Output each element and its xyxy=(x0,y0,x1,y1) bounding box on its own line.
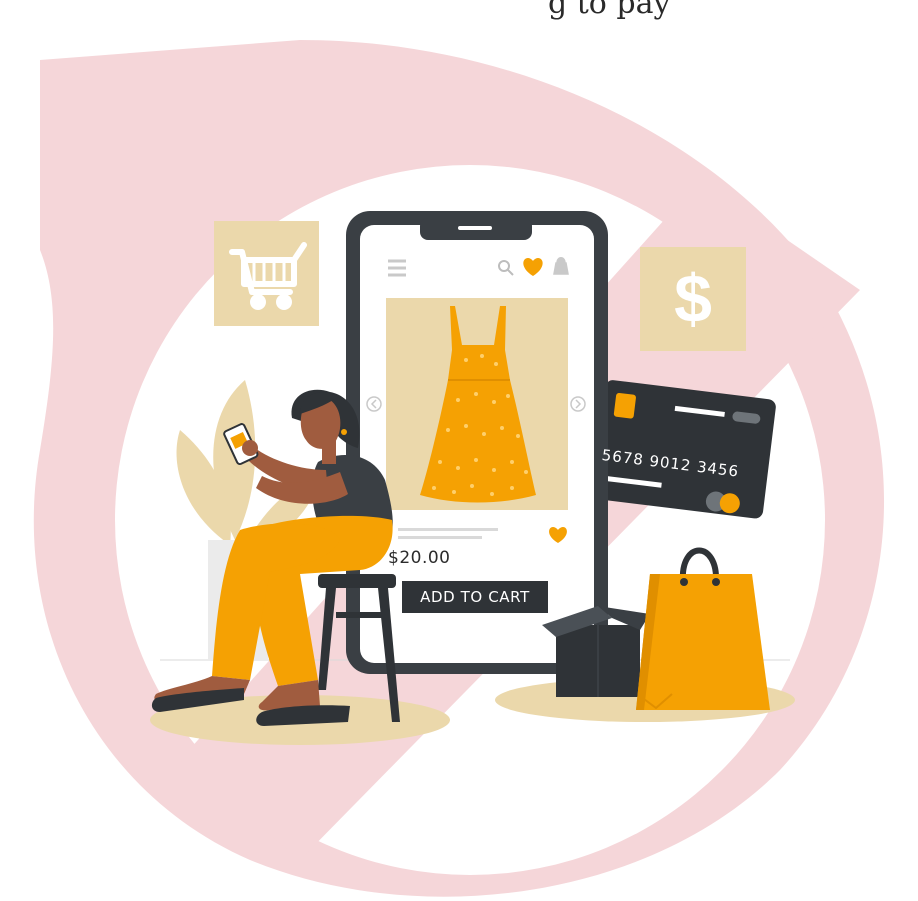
dollar-icon: $ xyxy=(674,261,712,337)
prev-arrow-icon[interactable] xyxy=(366,396,382,412)
add-to-cart-button[interactable]: ADD TO CART xyxy=(402,581,548,613)
shopping-bag xyxy=(636,547,770,710)
cart-badge xyxy=(214,221,319,326)
description-line xyxy=(398,536,482,539)
illustration-scene xyxy=(33,40,885,897)
product-price: $20.00 xyxy=(388,548,451,568)
next-arrow-icon[interactable] xyxy=(570,396,586,412)
description-line xyxy=(398,528,498,531)
shipping-box xyxy=(542,606,650,697)
